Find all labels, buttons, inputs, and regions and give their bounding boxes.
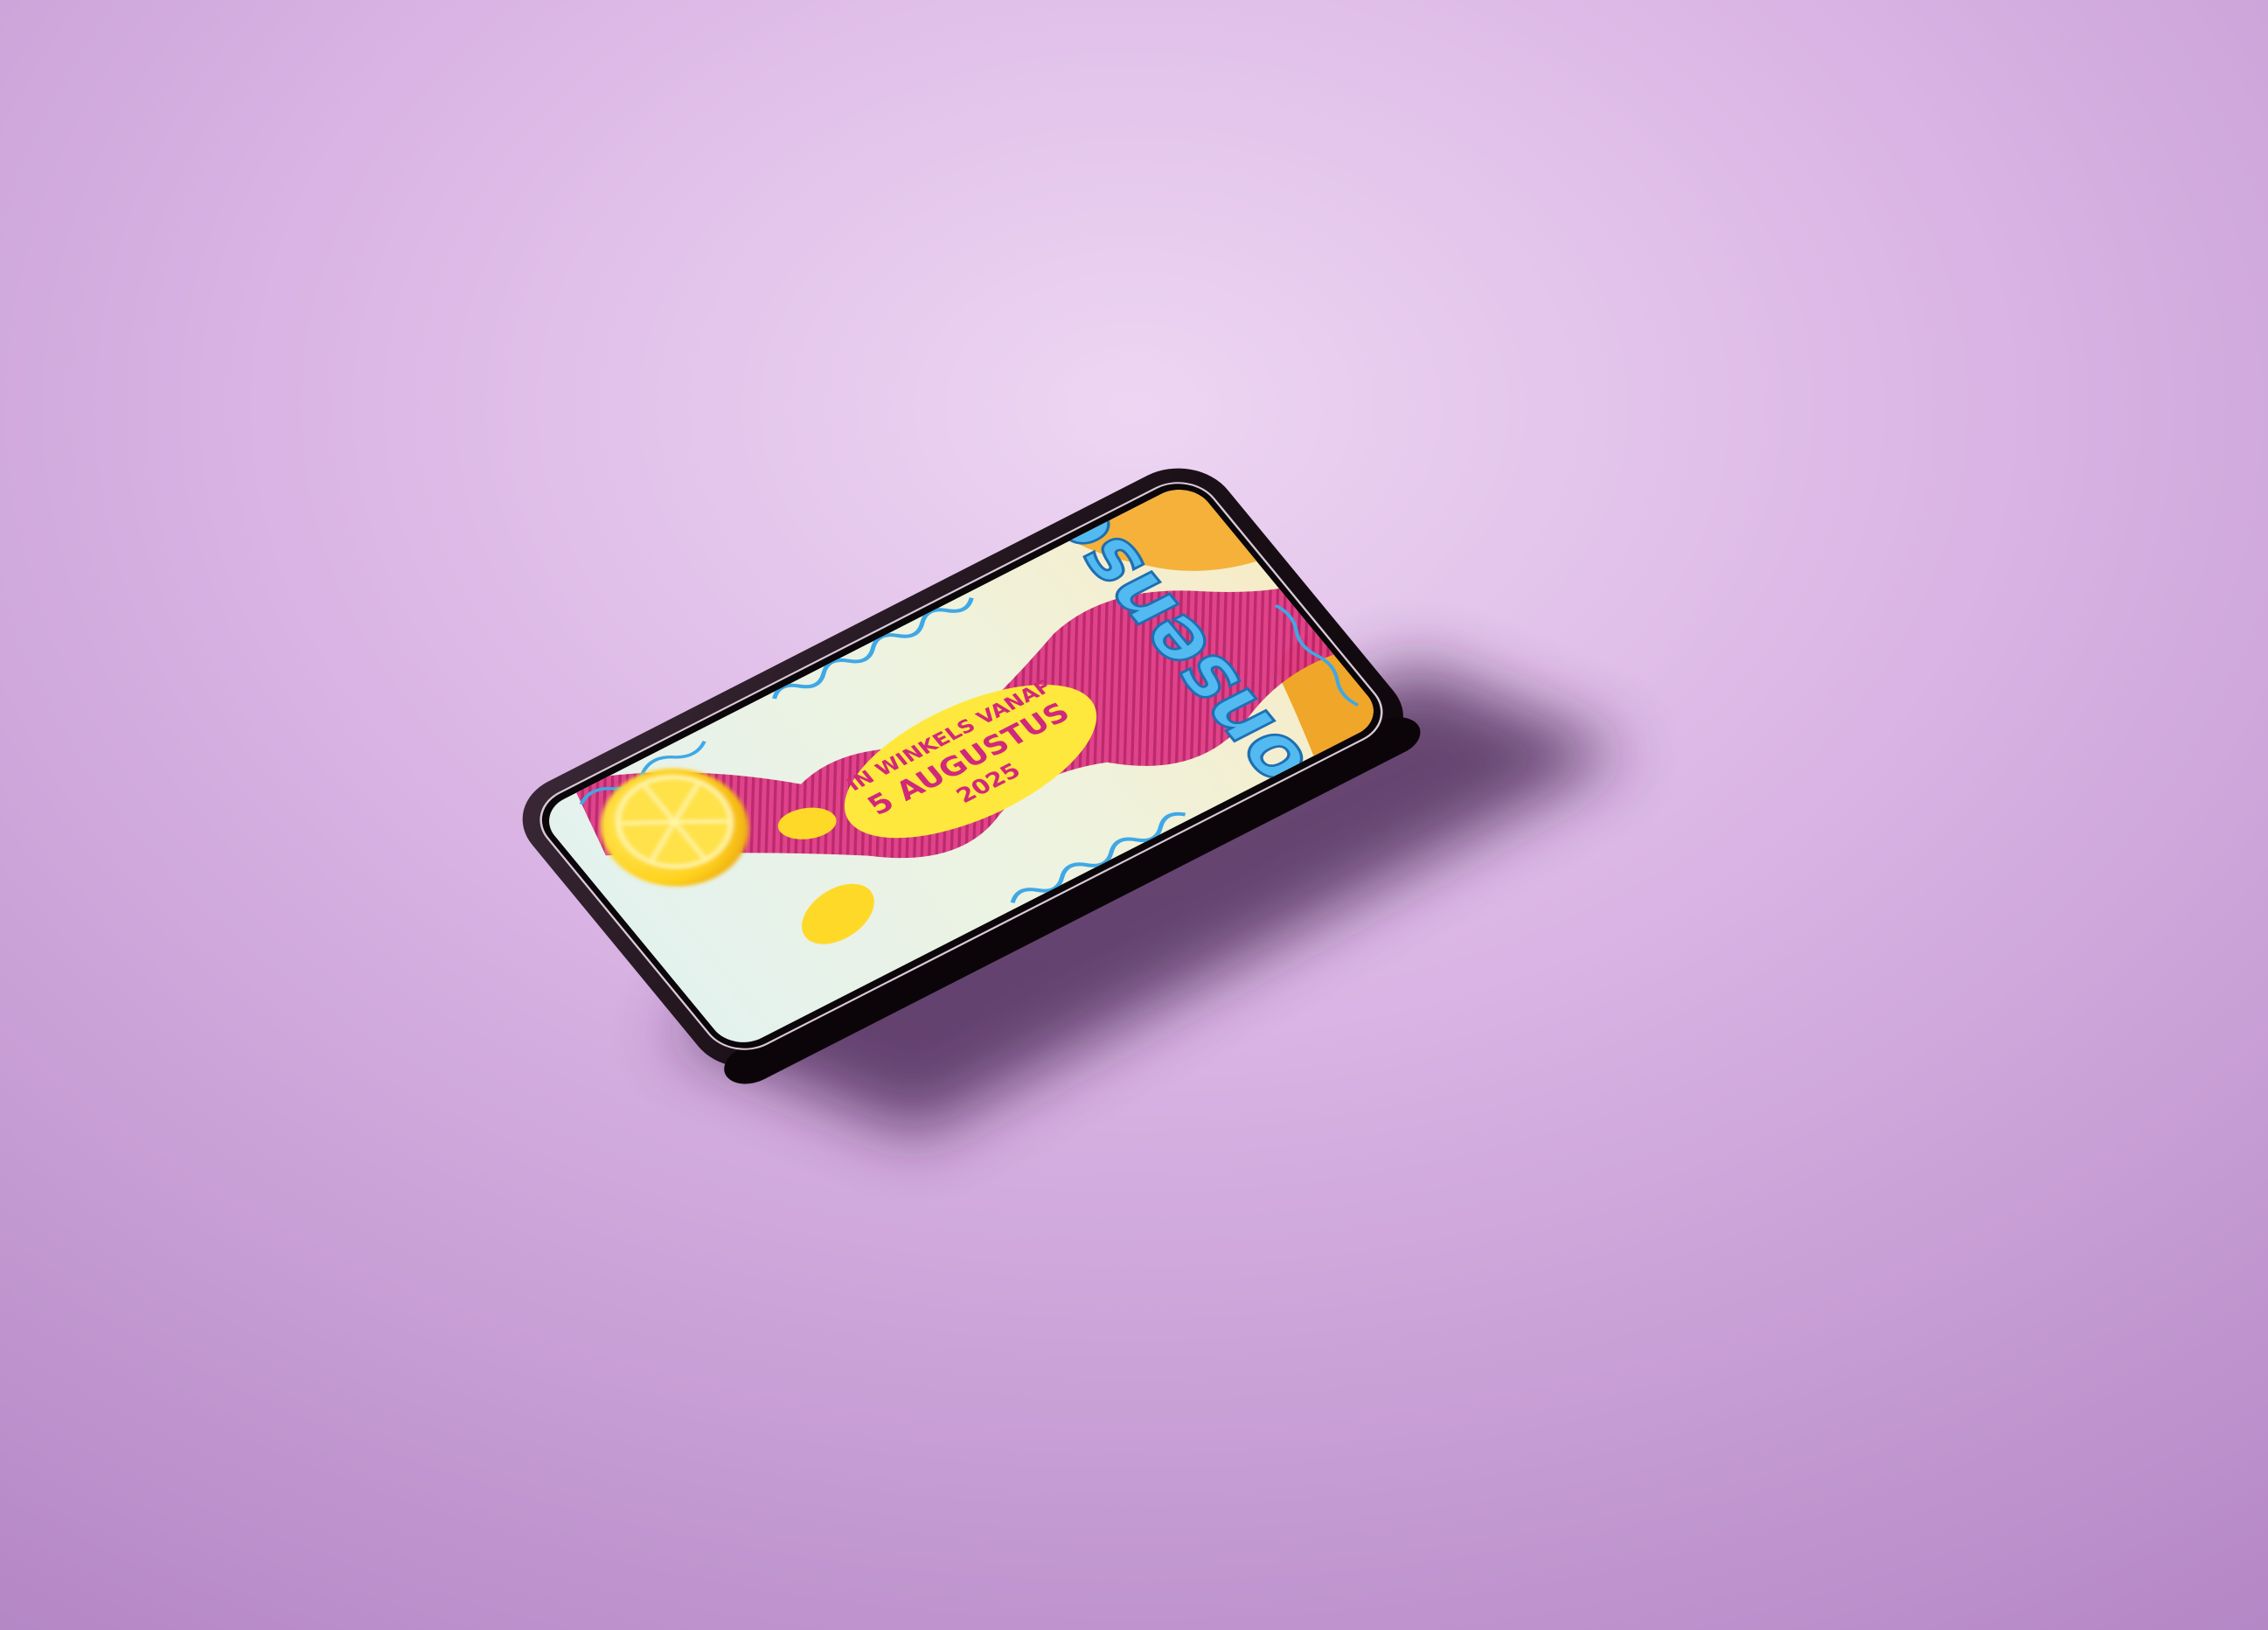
- scene: IN WINKELS VANAF 5 AUGUSTUS 2025 nonsens…: [0, 0, 2268, 1630]
